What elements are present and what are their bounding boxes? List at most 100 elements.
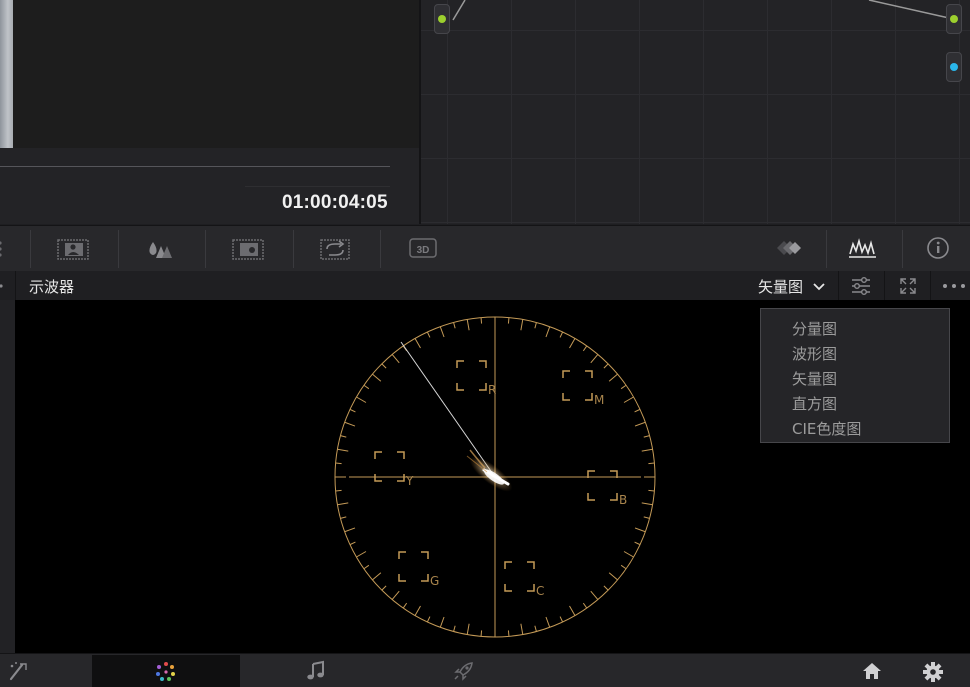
3d-button[interactable]: 3D	[407, 234, 441, 262]
page-navigation	[0, 653, 970, 687]
scope-type-menu: 分量图 波形图 矢量图 直方图 CIE色度图	[760, 308, 950, 443]
scope-type-select[interactable]: 矢量图	[758, 276, 826, 297]
image-icon	[57, 239, 89, 260]
graticule-tick	[623, 396, 634, 403]
vectorscope-trace	[466, 449, 513, 492]
gear-icon[interactable]	[922, 661, 944, 683]
graticule-tick	[340, 435, 347, 438]
graticule-tick	[344, 421, 356, 427]
viewer-mode-button[interactable]	[232, 234, 266, 262]
graticule-tick	[507, 317, 510, 324]
music-note-icon[interactable]	[305, 660, 327, 682]
target-label-r: R	[488, 383, 496, 397]
graticule-tick	[590, 590, 599, 600]
graticule-tick	[634, 541, 641, 546]
home-icon[interactable]	[861, 661, 883, 681]
menu-item-waveform[interactable]: 波形图	[792, 343, 837, 364]
graticule-tick	[426, 616, 431, 623]
info-button[interactable]	[922, 234, 956, 262]
edit-tools-icon[interactable]	[6, 660, 30, 682]
graticule-tick	[391, 590, 400, 600]
menu-item-vectorscope[interactable]: 矢量图	[792, 368, 837, 389]
graticule-tick	[623, 551, 634, 558]
graticule-tick	[439, 616, 445, 628]
graticule-tick	[349, 408, 356, 413]
color-drops-button[interactable]	[145, 234, 179, 262]
loop-icon	[320, 239, 350, 260]
graticule-tick	[643, 435, 650, 438]
header-separator	[884, 271, 885, 300]
node-output-port[interactable]	[946, 4, 962, 34]
collapse-dot-icon[interactable]	[0, 283, 6, 289]
target-box-c	[504, 561, 535, 592]
header-separator	[930, 271, 931, 300]
loop-button[interactable]	[319, 234, 353, 262]
expand-icon[interactable]	[898, 276, 918, 296]
graticule-tick	[620, 384, 627, 390]
node-alpha-port[interactable]	[946, 52, 962, 82]
image-button[interactable]	[57, 234, 91, 262]
graticule-tick	[559, 616, 564, 623]
menu-item-histogram[interactable]: 直方图	[792, 393, 837, 414]
viewer-scrubber[interactable]	[0, 166, 390, 167]
graticule-tick	[534, 625, 537, 632]
graticule-tick	[634, 527, 646, 533]
target-label-b: B	[619, 493, 627, 507]
scopes-button[interactable]	[846, 234, 880, 262]
graticule-tick	[453, 322, 456, 329]
info-icon	[927, 237, 949, 259]
target-box-m	[562, 370, 593, 401]
scopes-icon	[849, 238, 876, 258]
graticule-tick	[582, 602, 588, 609]
graticule-tick	[634, 421, 646, 427]
keyframe-button[interactable]	[771, 234, 805, 262]
menu-item-cie[interactable]: CIE色度图	[792, 418, 861, 439]
graticule-tick	[372, 572, 382, 581]
graticule-tick	[426, 331, 431, 338]
target-label-m: M	[594, 393, 604, 407]
target-box-r	[456, 360, 487, 391]
node-links	[452, 0, 950, 21]
target-box-g	[398, 551, 429, 582]
graticule-tick	[590, 354, 599, 364]
graticule-tick	[363, 384, 370, 390]
graticule-tick	[603, 585, 609, 591]
node-editor[interactable]	[421, 0, 970, 224]
toolbar-separator	[380, 230, 381, 268]
scope-type-value: 矢量图	[758, 278, 804, 296]
palette-toolbar: 3D	[0, 225, 970, 272]
menu-item-parade[interactable]: 分量图	[792, 318, 837, 339]
rocket-icon[interactable]	[452, 660, 476, 682]
node-input-port[interactable]	[434, 4, 450, 34]
graticule-tick	[620, 564, 627, 570]
more-options-icon[interactable]	[941, 282, 967, 290]
3d-label: 3D	[417, 245, 430, 256]
color-wheel-icon[interactable]	[154, 660, 178, 682]
viewer-panel: 01:00:04:05	[0, 0, 420, 224]
skin-tone-line	[400, 341, 496, 478]
graticule-tick	[439, 326, 445, 338]
viewer-image-edge	[0, 0, 13, 148]
graticule-tick	[349, 541, 356, 546]
viewer-frame[interactable]	[0, 0, 420, 148]
graticule-tick	[414, 338, 421, 349]
graticule-tick	[641, 448, 653, 452]
graticule-tick	[402, 602, 408, 609]
graticule-tick	[545, 616, 551, 628]
graticule-tick	[480, 317, 483, 324]
toolbar-separator	[30, 230, 31, 268]
target-label-g: G	[430, 574, 439, 588]
header-separator	[15, 271, 16, 300]
graticule-tick	[520, 623, 524, 635]
graticule-tick	[453, 625, 456, 632]
grip-icon[interactable]	[0, 240, 6, 258]
graticule-tick	[634, 408, 641, 413]
toolbar-separator	[205, 230, 206, 268]
graticule-tick	[363, 564, 370, 570]
graticule-tick	[372, 373, 382, 382]
graticule-tick	[381, 363, 387, 369]
scope-settings-icon[interactable]	[850, 276, 872, 296]
graticule-tick	[559, 331, 564, 338]
vectorscope-view: R M B C G Y 分量图 波形图 矢量图 直方图 CIE色度图	[15, 300, 970, 653]
target-box-b	[587, 470, 618, 501]
